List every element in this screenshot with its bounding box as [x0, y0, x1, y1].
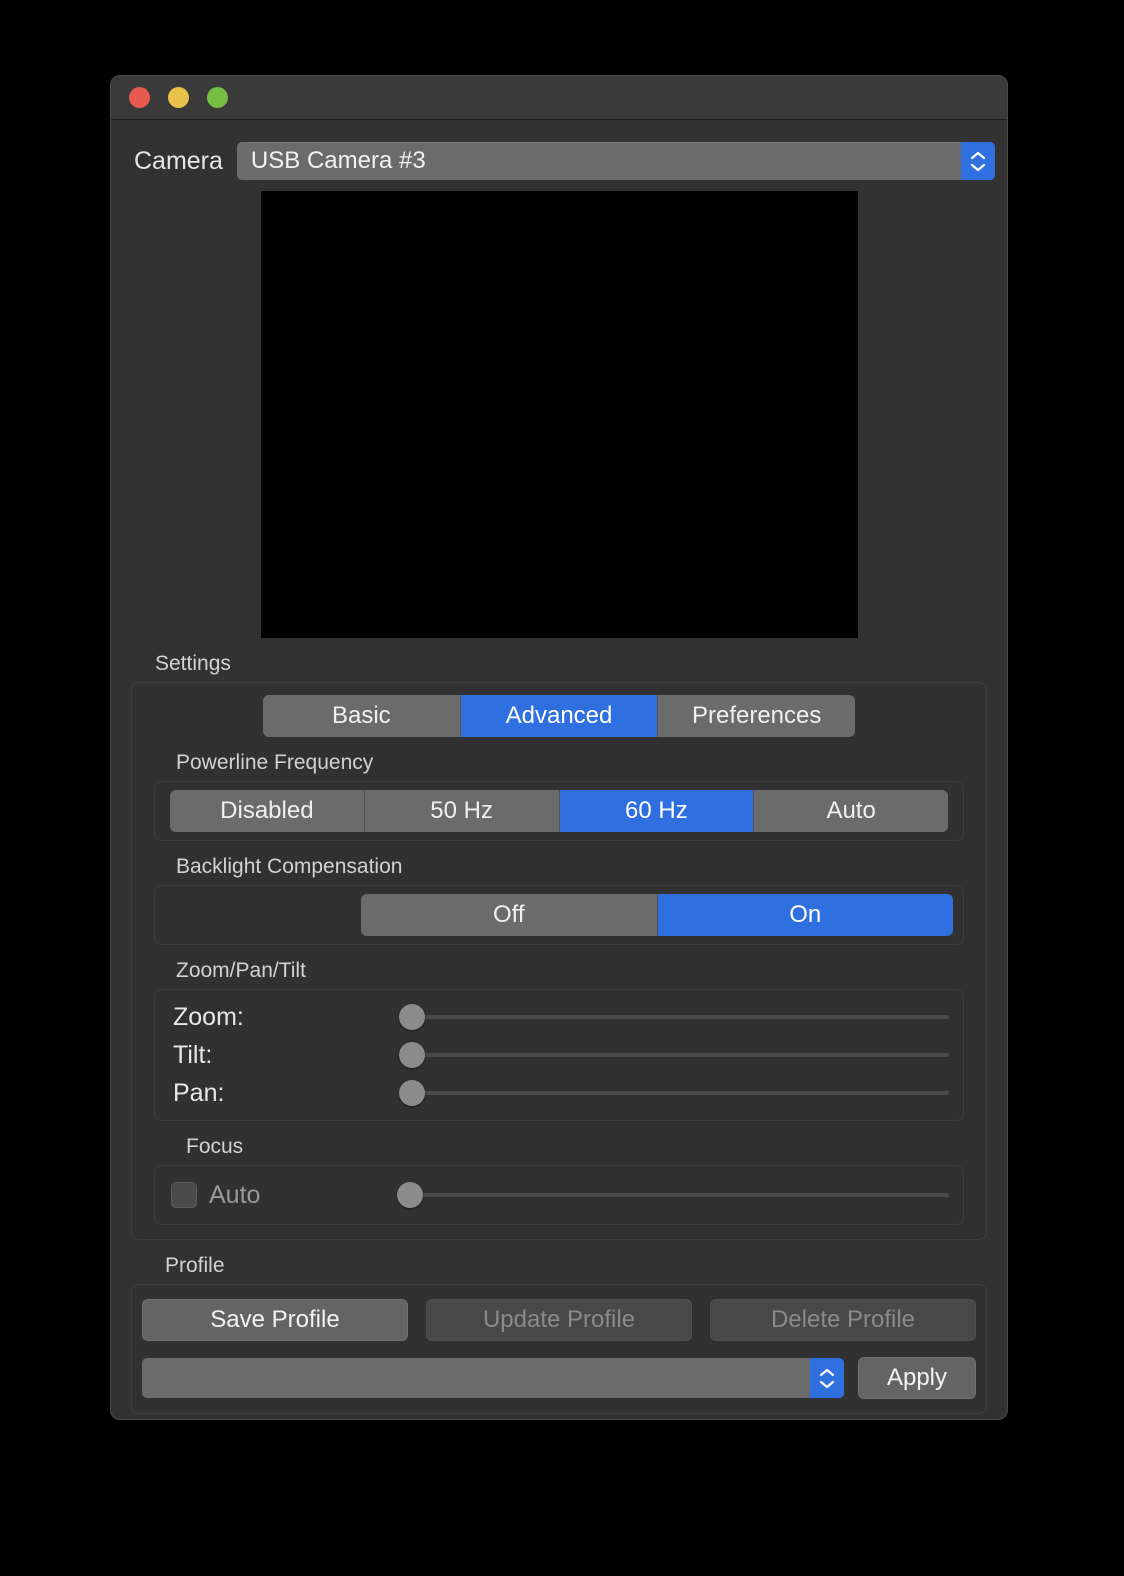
- profile-buttons-row: Save Profile Update Profile Delete Profi…: [142, 1299, 976, 1341]
- powerline-frequency-box: Disabled 50 Hz 60 Hz Auto: [154, 781, 964, 841]
- delete-profile-button: Delete Profile: [710, 1299, 976, 1341]
- zoom-slider-track: [409, 1015, 949, 1019]
- settings-group-box: Basic Advanced Preferences Powerline Fre…: [131, 682, 987, 1240]
- pan-slider-row: Pan:: [163, 1074, 955, 1112]
- backlight-option-off[interactable]: Off: [361, 894, 658, 936]
- camera-dropdown-value: USB Camera #3: [250, 147, 426, 174]
- tab-preferences[interactable]: Preferences: [658, 695, 855, 737]
- zoom-slider-row: Zoom:: [163, 998, 955, 1036]
- focus-slider[interactable]: [397, 1182, 949, 1208]
- camera-dropdown[interactable]: USB Camera #3: [236, 142, 995, 180]
- camera-label: Camera: [134, 146, 223, 175]
- update-profile-button: Update Profile: [426, 1299, 692, 1341]
- focus-auto-label: Auto: [209, 1180, 261, 1209]
- powerline-frequency-segmented: Disabled 50 Hz 60 Hz Auto: [170, 790, 948, 832]
- window-titlebar: [111, 76, 1007, 120]
- profile-group-box: Save Profile Update Profile Delete Profi…: [131, 1284, 987, 1414]
- backlight-row: Off On: [163, 894, 955, 936]
- settings-group-label: Settings: [155, 652, 231, 675]
- tilt-slider[interactable]: [399, 1042, 949, 1068]
- tab-basic[interactable]: Basic: [263, 695, 461, 737]
- camera-settings-window: Camera USB Camera #3 Settings Basic Adva…: [110, 75, 1008, 1420]
- close-window-button[interactable]: [129, 87, 150, 108]
- backlight-compensation-box: Off On: [154, 885, 964, 945]
- powerline-option-auto[interactable]: Auto: [754, 790, 948, 832]
- powerline-option-50hz[interactable]: 50 Hz: [364, 790, 560, 832]
- focus-label: Focus: [186, 1135, 244, 1158]
- backlight-segmented: Off On: [361, 894, 953, 936]
- powerline-option-60hz[interactable]: 60 Hz: [559, 790, 755, 832]
- powerline-frequency-label: Powerline Frequency: [176, 751, 374, 774]
- backlight-compensation-label: Backlight Compensation: [176, 855, 403, 878]
- maximize-window-button[interactable]: [207, 87, 228, 108]
- zoom-pan-tilt-box: Zoom: Tilt: Pan:: [154, 989, 964, 1121]
- tilt-slider-row: Tilt:: [163, 1036, 955, 1074]
- zoom-pan-tilt-label: Zoom/Pan/Tilt: [176, 959, 306, 982]
- tilt-slider-knob[interactable]: [399, 1042, 425, 1068]
- focus-slider-knob[interactable]: [397, 1182, 423, 1208]
- profile-dropdown[interactable]: [142, 1358, 844, 1398]
- focus-box: Auto: [154, 1165, 964, 1225]
- zoom-slider-knob[interactable]: [399, 1004, 425, 1030]
- zoom-slider-label: Zoom:: [173, 1002, 244, 1031]
- camera-preview-wrap: [123, 191, 995, 638]
- profile-dropdown-stepper-icon[interactable]: [810, 1358, 844, 1398]
- zoom-slider[interactable]: [399, 1004, 949, 1030]
- profile-group-label: Profile: [165, 1254, 225, 1277]
- minimize-window-button[interactable]: [168, 87, 189, 108]
- powerline-option-disabled[interactable]: Disabled: [170, 790, 365, 832]
- backlight-option-on[interactable]: On: [657, 894, 953, 936]
- apply-button[interactable]: Apply: [858, 1357, 976, 1399]
- focus-row: Auto: [163, 1174, 955, 1216]
- camera-preview: [260, 191, 858, 638]
- focus-slider-track: [407, 1193, 949, 1197]
- pan-slider-knob[interactable]: [399, 1080, 425, 1106]
- pan-slider[interactable]: [399, 1080, 949, 1106]
- tab-advanced[interactable]: Advanced: [460, 695, 659, 737]
- camera-selector-row: Camera USB Camera #3: [123, 142, 995, 180]
- pan-slider-track: [409, 1091, 949, 1095]
- camera-dropdown-stepper-icon[interactable]: [961, 142, 995, 180]
- save-profile-button[interactable]: Save Profile: [142, 1299, 408, 1341]
- focus-auto-checkbox[interactable]: [171, 1182, 197, 1208]
- tilt-slider-label: Tilt:: [173, 1040, 213, 1069]
- tilt-slider-track: [409, 1053, 949, 1057]
- profile-select-row: Apply: [142, 1357, 976, 1399]
- pan-slider-label: Pan:: [173, 1078, 225, 1107]
- settings-tabs: Basic Advanced Preferences: [263, 695, 855, 737]
- window-body: Camera USB Camera #3 Settings Basic Adva…: [111, 142, 1007, 1419]
